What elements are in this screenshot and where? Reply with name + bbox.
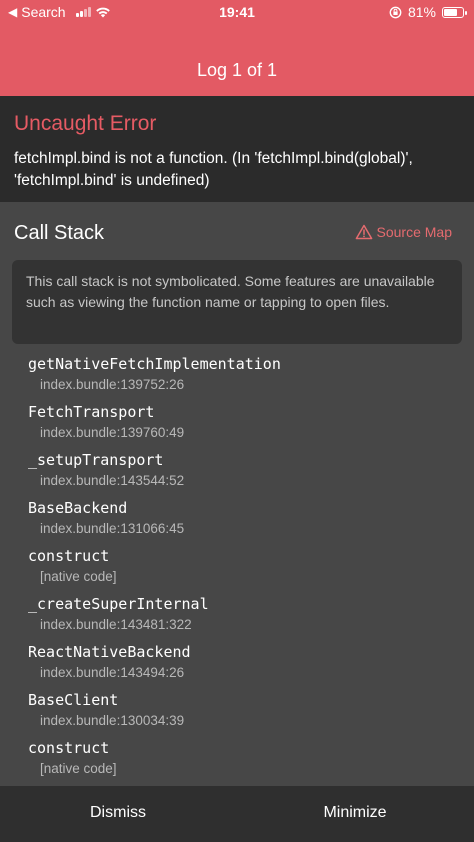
frame-function: getNativeFetchImplementation bbox=[28, 355, 281, 373]
orientation-lock-icon bbox=[389, 6, 402, 18]
frame-location: index.bundle:143481:322 bbox=[40, 617, 192, 632]
warning-icon bbox=[355, 224, 372, 240]
frame-function: BaseClient bbox=[28, 691, 119, 709]
frame-function: FetchTransport bbox=[28, 403, 155, 421]
frame-location: index.bundle:131066:45 bbox=[40, 521, 185, 536]
symbolication-note: This call stack is not symbolicated. Som… bbox=[12, 260, 462, 344]
battery-percent: 81% bbox=[407, 4, 436, 20]
call-stack-panel: Call Stack Source Map This call stack is… bbox=[0, 202, 474, 786]
frame-location: [native code] bbox=[40, 761, 117, 776]
logbox-header: ◀ Search 19:41 81% Log 1 of 1 bbox=[0, 0, 474, 96]
minimize-button[interactable]: Minimize bbox=[323, 804, 386, 822]
source-map-button[interactable]: Source Map bbox=[355, 224, 452, 240]
stack-frame[interactable]: _createSuperInternal index.bundle:143481… bbox=[28, 592, 458, 640]
frame-function: _createSuperInternal bbox=[28, 595, 209, 613]
stack-frame[interactable]: BaseBackend index.bundle:131066:45 bbox=[28, 496, 458, 544]
dismiss-button[interactable]: Dismiss bbox=[90, 804, 146, 822]
stack-frame[interactable]: construct [native code] bbox=[28, 544, 458, 592]
error-summary: Uncaught Error fetchImpl.bind is not a f… bbox=[0, 96, 474, 202]
source-map-label: Source Map bbox=[376, 224, 452, 240]
stack-frame[interactable]: BaseClient index.bundle:130034:39 bbox=[28, 688, 458, 736]
status-bar: ◀ Search 19:41 81% bbox=[0, 0, 474, 26]
stack-frame[interactable]: ReactNativeBackend index.bundle:143494:2… bbox=[28, 640, 458, 688]
frame-function: construct bbox=[28, 739, 110, 757]
frame-location: index.bundle:139752:26 bbox=[40, 377, 185, 392]
logbox-screen: ◀ Search 19:41 81% Log 1 of 1 Uncaught E… bbox=[0, 0, 474, 842]
call-stack-title: Call Stack bbox=[14, 222, 105, 244]
stack-frame[interactable]: getNativeFetchImplementation index.bundl… bbox=[28, 352, 458, 400]
frame-location: index.bundle:139760:49 bbox=[40, 425, 185, 440]
frame-function: BaseBackend bbox=[28, 499, 128, 517]
logbox-footer: Dismiss Minimize bbox=[0, 786, 474, 842]
frame-function: _setupTransport bbox=[28, 451, 164, 469]
error-message: fetchImpl.bind is not a function. (In 'f… bbox=[14, 150, 413, 189]
battery-icon bbox=[442, 6, 467, 18]
stack-frames: getNativeFetchImplementation index.bundl… bbox=[28, 352, 458, 784]
frame-function: ReactNativeBackend bbox=[28, 643, 191, 661]
stack-frame[interactable]: _setupTransport index.bundle:143544:52 bbox=[28, 448, 458, 496]
error-title: Uncaught Error bbox=[14, 112, 157, 135]
frame-function: construct bbox=[28, 547, 110, 565]
frame-location: index.bundle:143544:52 bbox=[40, 473, 185, 488]
status-bar-right: 81% bbox=[389, 4, 467, 20]
log-title: Log 1 of 1 bbox=[196, 60, 278, 80]
stack-frame[interactable]: FetchTransport index.bundle:139760:49 bbox=[28, 400, 458, 448]
frame-location: index.bundle:130034:39 bbox=[40, 713, 185, 728]
frame-location: [native code] bbox=[40, 569, 117, 584]
frame-location: index.bundle:143494:26 bbox=[40, 665, 185, 680]
stack-frame[interactable]: construct [native code] bbox=[28, 736, 458, 784]
